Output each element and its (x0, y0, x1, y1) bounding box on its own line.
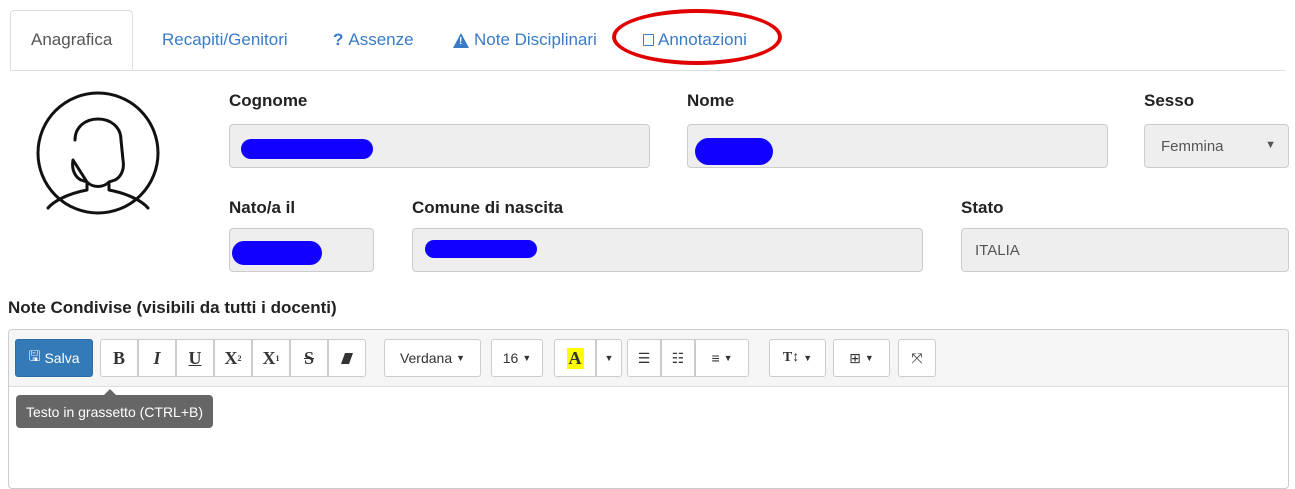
bold-icon: B (112, 347, 125, 368)
nato-label: Nato/a il (229, 198, 296, 217)
tab-assenze[interactable]: ? Assenze (333, 10, 414, 70)
underline-button[interactable]: U (176, 339, 214, 377)
subscript-button[interactable]: X1 (252, 339, 290, 377)
italic-icon: I (153, 347, 161, 368)
fullscreen-icon: ⤧ (911, 349, 923, 366)
line-height-dropdown[interactable]: T↕ ▼ (769, 339, 826, 377)
eraser-button[interactable] (328, 339, 366, 377)
tab-label: Anagrafica (31, 30, 113, 49)
cognome-label: Cognome (229, 91, 308, 110)
caret-down-icon: ▼ (456, 353, 466, 363)
line-height-icon: T↕ (782, 350, 800, 365)
sesso-value: Femmina (1161, 137, 1224, 155)
caret-down-icon: ▼ (723, 353, 733, 363)
caret-down-icon: ▼ (522, 353, 532, 363)
redaction-mark (425, 240, 537, 258)
font-family-value: Verdana (399, 350, 453, 366)
redaction-mark (241, 139, 373, 159)
superscript-button[interactable]: X2 (214, 339, 252, 377)
font-size-value: 16 (502, 350, 519, 366)
stato-field[interactable]: ITALIA (961, 228, 1289, 272)
eraser-icon (340, 352, 354, 364)
table-dropdown[interactable]: ⊞ ▼ (833, 339, 890, 377)
note-icon (643, 34, 654, 46)
caret-down-icon: ▼ (604, 353, 614, 363)
bulleted-list-icon: ☰ (637, 349, 651, 366)
floppy-icon: 🖫 (28, 348, 41, 364)
tab-anagrafica[interactable]: Anagrafica (10, 10, 134, 70)
text-color-button[interactable]: A (554, 339, 596, 377)
bold-tooltip: Testo in grassetto (CTRL+B) (16, 395, 214, 428)
fullscreen-button[interactable]: ⤧ (898, 339, 936, 377)
caret-down-icon: ▼ (864, 353, 874, 363)
paragraph-align-dropdown[interactable]: ≡ ▼ (695, 339, 749, 377)
comune-label: Comune di nascita (412, 198, 564, 217)
tab-bar: Anagrafica Recapiti/Genitori ? Assenze !… (10, 10, 1285, 71)
text-highlight-icon: A (566, 347, 584, 369)
editor-toolbar: 🖫 Salva B I U X2 X1 S Verdana ▼ 16 ▼ A ▼… (9, 330, 1288, 387)
female-avatar-icon (36, 91, 160, 215)
table-icon: ⊞ (849, 349, 861, 366)
dropdown-arrow-icon: ▼ (1265, 139, 1276, 151)
save-label: Salva (44, 350, 80, 366)
tab-note-disciplinari[interactable]: ! Note Disciplinari (453, 10, 597, 70)
tab-label: Assenze (348, 30, 414, 49)
tab-recapiti-genitori[interactable]: Recapiti/Genitori (162, 10, 288, 70)
tab-annotazioni[interactable]: Annotazioni (643, 10, 747, 70)
tab-label: Recapiti/Genitori (162, 30, 288, 49)
redaction-mark (695, 138, 773, 165)
numbered-list-icon: ☷ (671, 349, 685, 366)
superscript-icon: X (224, 347, 238, 368)
sesso-select[interactable]: Femmina ▼ (1144, 124, 1289, 168)
bulleted-list-button[interactable]: ☰ (627, 339, 661, 377)
caret-down-icon: ▼ (803, 353, 813, 363)
strikethrough-icon: S (303, 347, 314, 368)
avatar (35, 90, 165, 220)
italic-button[interactable]: I (138, 339, 176, 377)
stato-label: Stato (961, 198, 1004, 217)
bold-button[interactable]: B (100, 339, 138, 377)
question-icon: ? (333, 30, 344, 49)
align-left-icon: ≡ (711, 350, 720, 366)
redaction-mark (232, 241, 322, 265)
numbered-list-button[interactable]: ☷ (661, 339, 695, 377)
text-color-dropdown[interactable]: ▼ (596, 339, 622, 377)
subscript-icon: X (262, 347, 276, 368)
stato-value: ITALIA (975, 241, 1020, 259)
nome-label: Nome (687, 91, 735, 110)
tab-label: Note Disciplinari (474, 30, 597, 49)
sesso-label: Sesso (1144, 91, 1195, 110)
warning-icon: ! (453, 32, 469, 48)
tab-label: Annotazioni (658, 30, 747, 49)
save-button[interactable]: 🖫 Salva (15, 339, 93, 377)
font-size-dropdown[interactable]: 16 ▼ (491, 339, 543, 377)
strikethrough-button[interactable]: S (290, 339, 328, 377)
notes-title: Note Condivise (visibili da tutti i doce… (8, 298, 337, 317)
underline-icon: U (188, 347, 202, 368)
font-family-dropdown[interactable]: Verdana ▼ (384, 339, 481, 377)
